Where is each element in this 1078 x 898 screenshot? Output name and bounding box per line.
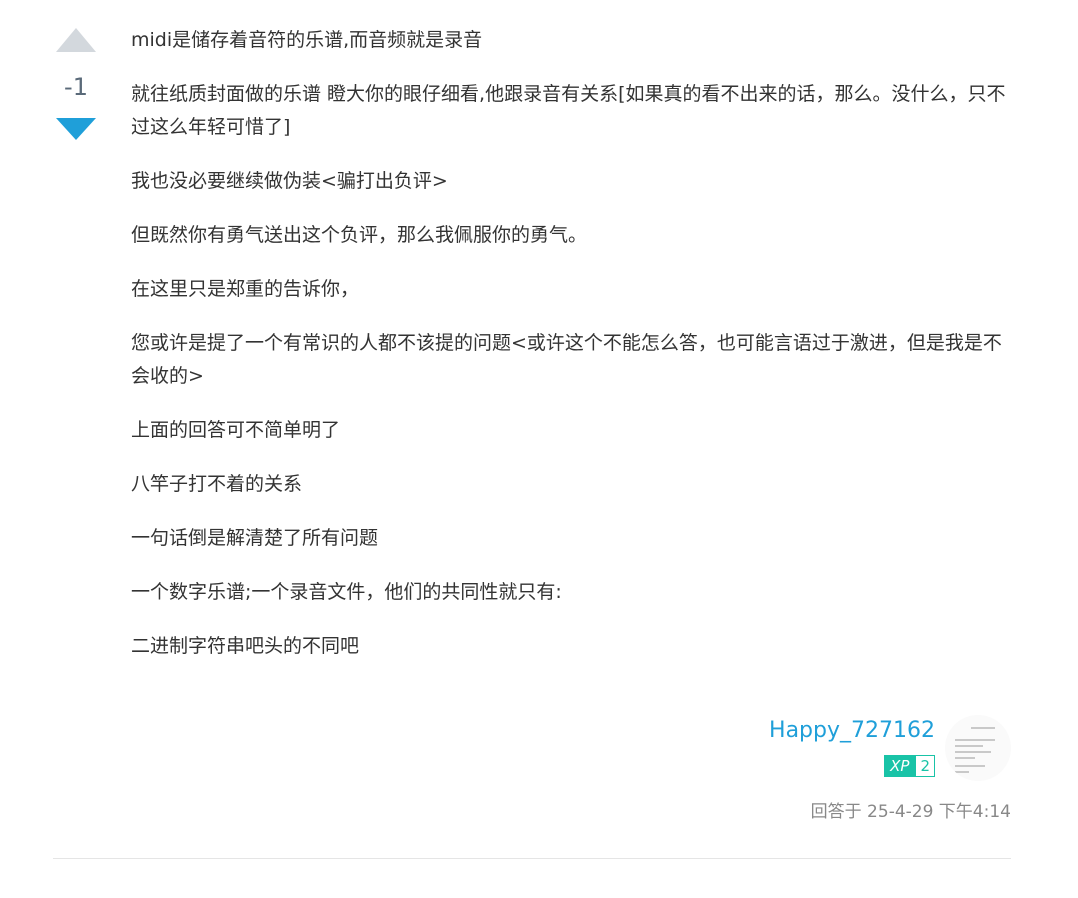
answer-paragraph: 一句话倒是解清楚了所有问题 [131, 527, 379, 549]
divider [53, 858, 1011, 859]
answer-paragraph: 上面的回答可不简单明了 [131, 419, 341, 441]
xp-label: XP [884, 755, 916, 777]
upvote-triangle-icon[interactable] [56, 28, 96, 52]
answer-paragraph: 您或许是提了一个有常识的人都不该提的问题<或许这个不能怎么答，也可能言语过于激进… [131, 332, 1002, 387]
answer-paragraph: 八竿子打不着的关系 [131, 473, 303, 495]
avatar[interactable] [945, 715, 1011, 781]
author-info: Happy_727162 XP 2 [769, 715, 935, 777]
answer-paragraph: 但既然你有勇气送出这个负评，那么我佩服你的勇气。 [131, 224, 588, 246]
downvote-triangle-icon[interactable] [56, 118, 96, 140]
xp-level: 2 [915, 755, 935, 777]
answer-timestamp: 回答于 25-4-29 下午4:14 [810, 802, 1011, 822]
answer-paragraph: 我也没必要继续做伪装<骗打出负评> [131, 170, 448, 192]
answer-paragraph: 二进制字符串吧头的不同吧 [131, 635, 360, 657]
vote-panel: -1 [50, 28, 102, 140]
answer-paragraph: midi是储存着音符的乐谱,而音频就是录音 [131, 29, 483, 51]
xp-badge: XP 2 [884, 755, 935, 777]
answer-paragraph: 在这里只是郑重的告诉你， [131, 278, 360, 300]
answer-paragraph: 就往纸质封面做的乐谱 瞪大你的眼仔细看,他跟录音有关系[如果真的看不出来的话，那… [131, 83, 1006, 138]
answer-paragraph: 一个数字乐谱;一个录音文件，他们的共同性就只有: [131, 581, 562, 603]
vote-count: -1 [64, 73, 88, 101]
author-name-link[interactable]: Happy_727162 [769, 715, 935, 747]
answer-body: midi是储存着音符的乐谱,而音频就是录音 就往纸质封面做的乐谱 瞪大你的眼仔细… [131, 24, 1011, 684]
author-card: Happy_727162 XP 2 [769, 715, 1011, 781]
